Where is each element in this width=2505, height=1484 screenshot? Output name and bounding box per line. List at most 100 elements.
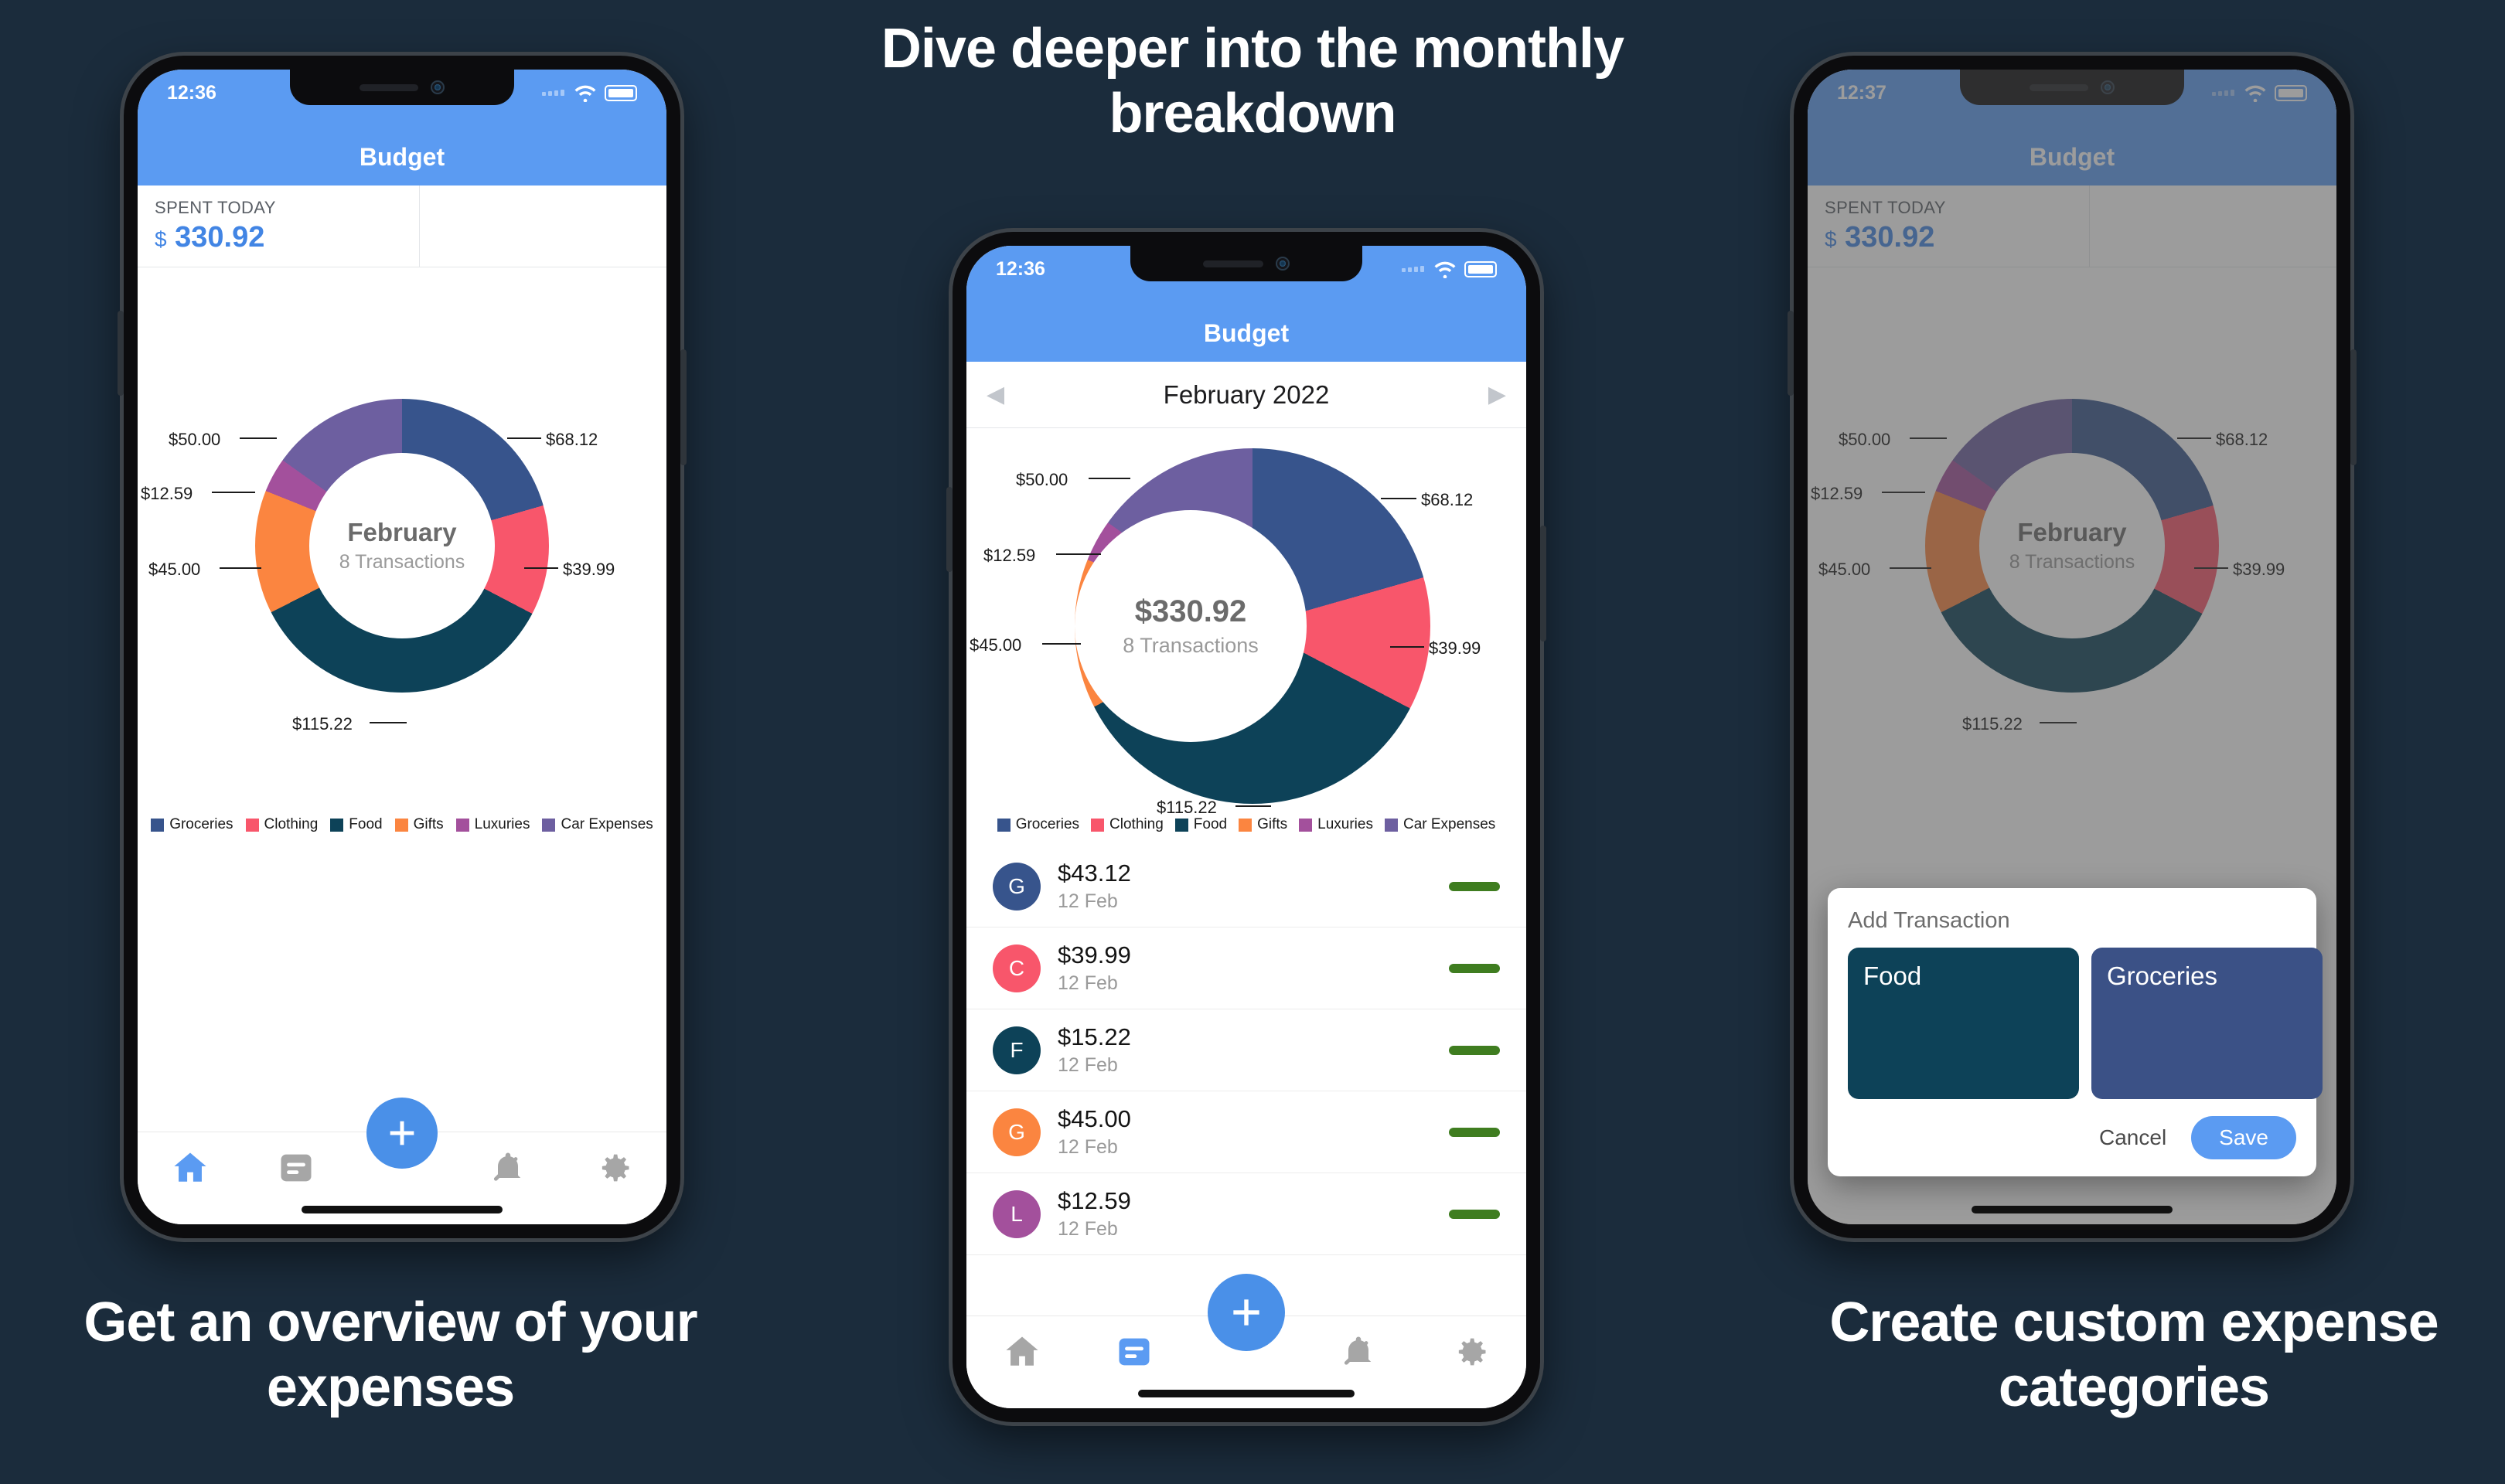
signal-dots-icon	[542, 90, 564, 96]
leader-line-groceries	[507, 437, 541, 439]
power-button[interactable]	[680, 349, 687, 465]
slice-label-groceries: $68.12	[546, 430, 598, 449]
home-indicator	[1138, 1390, 1355, 1397]
leader-line-luxuries	[1056, 553, 1101, 555]
table-row[interactable]: F $15.22 12 Feb	[966, 1009, 1526, 1091]
app-title: Budget	[1203, 319, 1290, 347]
transaction-amount: $45.00	[1058, 1105, 1131, 1132]
summary-row: SPENT TODAY $ 330.92	[138, 186, 666, 267]
leader-line-food	[370, 722, 407, 723]
battery-icon	[1464, 260, 1497, 277]
slice-label-groceries: $68.12	[1421, 490, 1474, 509]
save-button[interactable]: Save	[2191, 1116, 2296, 1159]
battery-icon	[605, 84, 637, 101]
leader-line-gifts	[1042, 643, 1081, 645]
power-button[interactable]	[1540, 526, 1546, 642]
nav-list-icon[interactable]	[1114, 1332, 1154, 1372]
donut-center: February 8 Transactions	[309, 453, 495, 638]
leader-line-food	[1235, 805, 1271, 807]
transaction-amount: $12.59	[1058, 1187, 1131, 1214]
donut-center-title: $330.92	[1134, 594, 1247, 628]
phone-right: 12:37	[1788, 56, 2357, 1238]
donut-chart: February 8 Transactions $50.00 $12.59 $4…	[138, 352, 666, 863]
front-camera	[1276, 257, 1290, 271]
donut-chart: $330.92 8 Transactions $50.00 $12.59 $45…	[966, 428, 1526, 822]
nav-gear-icon[interactable]	[594, 1148, 634, 1188]
transaction-date: 12 Feb	[1058, 972, 1118, 994]
nav-bell-off-icon[interactable]	[488, 1148, 528, 1188]
donut-center: $330.92 8 Transactions	[1075, 510, 1307, 742]
nav-bell-off-icon[interactable]	[1338, 1332, 1379, 1372]
home-indicator	[1972, 1206, 2173, 1213]
phone-center: 12:36 Budget ◀ February 2022 ▶ $330.92 8…	[946, 232, 1546, 1422]
volume-button[interactable]	[1788, 311, 1794, 396]
transaction-date: 12 Feb	[1058, 890, 1118, 912]
donut-center-subtitle: 8 Transactions	[1123, 634, 1259, 657]
volume-button[interactable]	[118, 311, 124, 396]
category-card-food[interactable]: Food	[1848, 948, 2079, 1099]
modal-actions: Cancel Save	[1848, 1116, 2296, 1159]
table-row[interactable]: L $12.59 12 Feb	[966, 1173, 1526, 1255]
donut-center-subtitle: 8 Transactions	[339, 551, 465, 573]
wifi-icon	[574, 85, 596, 102]
slice-label-gifts: $45.00	[148, 560, 201, 579]
spent-today-value: $ 330.92	[155, 221, 402, 254]
currency-symbol: $	[155, 227, 167, 251]
category-bar	[1449, 1045, 1500, 1055]
summary-empty-cell	[420, 186, 667, 267]
transaction-meta: $45.00 12 Feb	[1058, 1105, 1449, 1159]
power-button[interactable]	[2350, 349, 2357, 465]
table-row[interactable]: G $43.12 12 Feb	[966, 846, 1526, 928]
leader-line-car-expenses	[1089, 478, 1130, 479]
transaction-list: G $43.12 12 Feb C $39.99 12 Feb F $15.22…	[966, 846, 1526, 1255]
transaction-date: 12 Feb	[1058, 1054, 1118, 1076]
category-bar	[1449, 1127, 1500, 1137]
table-row[interactable]: C $39.99 12 Feb	[966, 928, 1526, 1009]
category-label-food: Food	[1863, 962, 1922, 990]
avatar: F	[993, 1026, 1041, 1074]
table-row[interactable]: G $45.00 12 Feb	[966, 1091, 1526, 1173]
leader-line-clothing	[524, 567, 558, 569]
add-transaction-fab[interactable]	[366, 1098, 438, 1169]
category-grid: Food Groceries	[1848, 948, 2323, 1099]
front-camera	[431, 80, 445, 94]
transaction-meta: $15.22 12 Feb	[1058, 1023, 1449, 1077]
slice-label-car-expenses: $50.00	[169, 430, 221, 449]
caption-right: Create custom expense categories	[1829, 1292, 2439, 1418]
spent-today-label: SPENT TODAY	[155, 198, 276, 217]
prev-month-button[interactable]: ◀	[987, 381, 1004, 408]
transaction-amount: $15.22	[1058, 1023, 1131, 1050]
nav-list-icon[interactable]	[276, 1148, 316, 1188]
marketing-screenshot: Dive deeper into the monthly breakdown G…	[0, 0, 2505, 1484]
transaction-date: 12 Feb	[1058, 1218, 1118, 1240]
signal-dots-icon	[1402, 266, 1424, 272]
avatar: L	[993, 1190, 1041, 1238]
transaction-meta: $12.59 12 Feb	[1058, 1187, 1449, 1241]
notch	[290, 70, 514, 105]
nav-gear-icon[interactable]	[1450, 1332, 1491, 1372]
caption-left: Get an overview of your expenses	[84, 1292, 697, 1418]
nav-home-icon[interactable]	[1002, 1332, 1042, 1372]
slice-label-gifts: $45.00	[970, 635, 1022, 655]
add-transaction-fab[interactable]	[1208, 1274, 1285, 1351]
category-bar	[1449, 881, 1500, 891]
category-card-groceries[interactable]: Groceries	[2091, 948, 2323, 1099]
spent-today-cell: SPENT TODAY $ 330.92	[138, 186, 420, 267]
slice-label-clothing: $39.99	[1429, 638, 1481, 658]
slice-label-luxuries: $12.59	[141, 484, 193, 503]
transaction-amount: $43.12	[1058, 859, 1131, 887]
plus-icon	[390, 1121, 414, 1145]
leader-line-car-expenses	[240, 437, 277, 439]
nav-home-icon[interactable]	[170, 1148, 210, 1188]
leader-line-groceries	[1381, 498, 1416, 499]
status-time: 12:36	[996, 257, 1045, 280]
next-month-button[interactable]: ▶	[1488, 381, 1506, 408]
avatar: G	[993, 1108, 1041, 1156]
cancel-button[interactable]: Cancel	[2091, 1119, 2174, 1156]
wifi-icon	[1434, 261, 1456, 278]
app-title: Budget	[359, 143, 445, 171]
volume-button[interactable]	[946, 487, 953, 572]
slice-label-food: $115.22	[292, 714, 353, 733]
transaction-meta: $43.12 12 Feb	[1058, 859, 1449, 913]
status-time: 12:36	[167, 81, 216, 104]
